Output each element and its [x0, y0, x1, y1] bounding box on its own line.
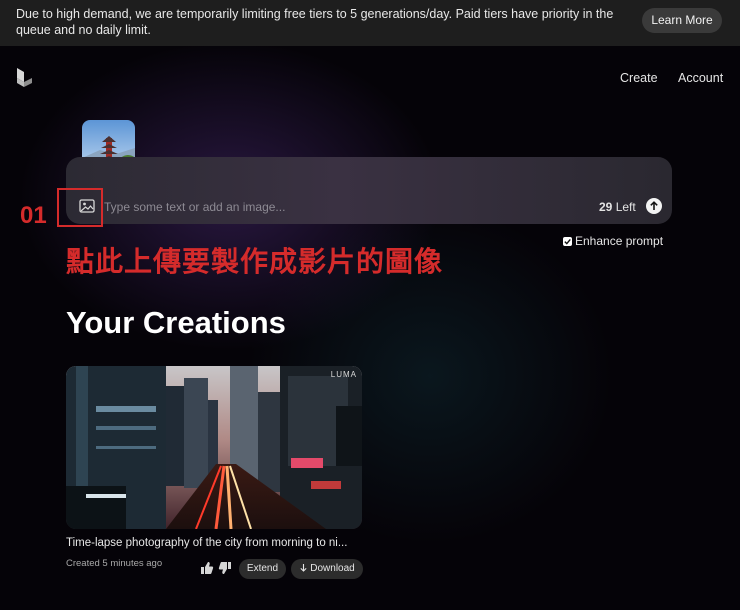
send-button[interactable] — [646, 198, 662, 214]
annotation-number: 01 — [20, 202, 47, 229]
annotation-highlight-box — [57, 188, 103, 227]
prompt-input[interactable] — [104, 199, 464, 215]
section-title: Your Creations — [66, 305, 286, 340]
annotation-instruction: 點此上傳要製作成影片的圖像 — [66, 246, 444, 277]
extend-button[interactable]: Extend — [239, 559, 286, 579]
video-watermark: LUMA — [330, 370, 357, 379]
check-icon — [564, 238, 571, 245]
banner-message: Due to high demand, we are temporarily l… — [16, 7, 614, 37]
generations-left-count: 29 — [599, 200, 613, 214]
luma-logo-icon[interactable] — [15, 68, 33, 88]
nav-account-link[interactable]: Account — [678, 71, 723, 85]
download-arrow-icon — [300, 564, 307, 572]
creation-title: Time-lapse photography of the city from … — [66, 537, 348, 549]
enhance-prompt-option[interactable]: Enhance prompt — [563, 234, 663, 248]
download-label: Download — [310, 563, 355, 574]
creation-video-thumbnail[interactable]: LUMA — [66, 366, 362, 529]
nav-create-link[interactable]: Create — [620, 71, 658, 85]
generations-left-suffix: Left — [612, 200, 636, 214]
thumbs-up-icon[interactable] — [200, 561, 214, 575]
thumbs-down-icon[interactable] — [218, 561, 232, 575]
city-video-frame — [66, 366, 362, 529]
enhance-prompt-label: Enhance prompt — [575, 234, 664, 248]
announcement-banner: Due to high demand, we are temporarily l… — [0, 0, 740, 46]
enhance-prompt-checkbox[interactable] — [563, 237, 572, 246]
download-button[interactable]: Download — [291, 559, 363, 579]
arrow-up-icon — [650, 201, 658, 210]
generations-left-counter: 29 Left — [599, 200, 636, 214]
creation-timestamp: Created 5 minutes ago — [66, 558, 163, 569]
learn-more-button[interactable]: Learn More — [642, 8, 722, 33]
